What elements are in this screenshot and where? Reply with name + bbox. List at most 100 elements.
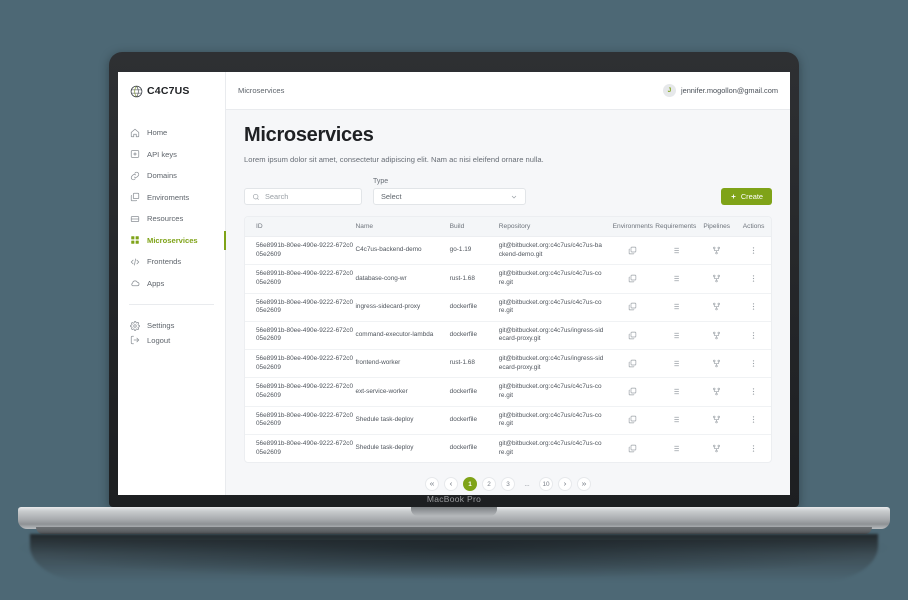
sidebar-item-api-keys[interactable]: API keys: [118, 144, 225, 166]
table-row[interactable]: 56e8991b-80ee-490e-9222-672c005e2609 C4c…: [245, 236, 771, 266]
more-vertical-icon[interactable]: [749, 387, 758, 396]
table-row[interactable]: 56e8991b-80ee-490e-9222-672c005e2609 fro…: [245, 349, 771, 379]
pagination-next[interactable]: [558, 477, 572, 492]
sidebar-item-logout[interactable]: Logout: [118, 336, 225, 359]
cell-pipelines[interactable]: [697, 406, 737, 435]
list-icon[interactable]: [671, 387, 680, 396]
list-icon[interactable]: [671, 331, 680, 340]
search-input[interactable]: [265, 192, 354, 201]
table-row[interactable]: 56e8991b-80ee-490e-9222-672c005e2609 com…: [245, 321, 771, 351]
layers-icon[interactable]: [628, 331, 637, 340]
cell-pipelines[interactable]: [697, 264, 737, 294]
cell-environments[interactable]: [611, 377, 655, 407]
user-menu[interactable]: J jennifer.mogollon@gmail.com: [662, 84, 778, 97]
more-vertical-icon[interactable]: [749, 246, 758, 255]
more-vertical-icon[interactable]: [749, 415, 758, 424]
more-vertical-icon[interactable]: [749, 331, 758, 340]
pagination-first[interactable]: [425, 477, 439, 492]
table-row[interactable]: 56e8991b-80ee-490e-9222-672c005e2609 She…: [245, 434, 771, 462]
git-branch-icon[interactable]: [712, 302, 721, 311]
brand[interactable]: C4C7US: [118, 72, 225, 110]
cell-actions[interactable]: [736, 434, 771, 462]
cell-actions[interactable]: [736, 406, 771, 435]
cell-requirements[interactable]: [654, 236, 698, 266]
cell-pipelines[interactable]: [697, 349, 737, 379]
cell-actions[interactable]: [736, 349, 771, 379]
pagination-prev[interactable]: [444, 477, 458, 492]
sidebar-item-microservices[interactable]: Microservices: [118, 230, 226, 252]
cell-environments[interactable]: [611, 434, 654, 462]
table-row[interactable]: 56e8991b-80ee-490e-9222-672c005e2609 dat…: [245, 264, 771, 294]
cell-actions[interactable]: [736, 236, 771, 266]
sidebar-item-resources[interactable]: Resources: [118, 208, 225, 230]
sidebar-item-domains[interactable]: Domains: [118, 165, 225, 187]
type-select[interactable]: Select: [373, 188, 526, 205]
list-icon[interactable]: [671, 415, 680, 424]
layers-icon[interactable]: [628, 274, 637, 283]
pagination-last[interactable]: [577, 477, 591, 492]
sidebar-item-apps[interactable]: Apps: [118, 273, 225, 295]
cell-requirements[interactable]: [654, 349, 698, 379]
git-branch-icon[interactable]: [712, 387, 721, 396]
cell-actions[interactable]: [736, 321, 771, 351]
cell-pipelines[interactable]: [697, 377, 737, 407]
cell-requirements[interactable]: [654, 293, 698, 322]
cell-actions[interactable]: [736, 377, 771, 407]
create-button[interactable]: Create: [720, 188, 772, 205]
cell-environments[interactable]: [611, 236, 655, 266]
cell-requirements[interactable]: [654, 321, 698, 351]
pagination-page-3[interactable]: 3: [501, 477, 515, 492]
cell-requirements[interactable]: [654, 264, 698, 294]
logo-globe-icon: [130, 85, 143, 97]
sidebar-item-home[interactable]: Home: [118, 122, 225, 144]
layers-icon[interactable]: [628, 444, 637, 453]
cell-environments[interactable]: [611, 321, 655, 351]
brand-name: C4C7US: [147, 85, 190, 97]
cell-pipelines[interactable]: [697, 293, 737, 322]
list-icon[interactable]: [671, 246, 680, 255]
list-icon[interactable]: [671, 444, 680, 453]
layers-icon[interactable]: [628, 415, 637, 424]
cell-pipelines[interactable]: [697, 236, 737, 266]
layers-icon[interactable]: [628, 246, 637, 255]
layers-icon[interactable]: [628, 387, 637, 396]
cell-requirements[interactable]: [654, 406, 698, 435]
cell-environments[interactable]: [611, 293, 655, 322]
sidebar-nav: Home API keys Domains Enviroments Resour…: [118, 110, 226, 495]
cell-pipelines[interactable]: [697, 321, 737, 351]
git-branch-icon[interactable]: [712, 274, 721, 283]
cell-environments[interactable]: [611, 349, 655, 379]
cell-pipelines[interactable]: [697, 434, 736, 462]
list-icon[interactable]: [671, 302, 680, 311]
cell-requirements[interactable]: [654, 377, 698, 407]
cell-actions[interactable]: [736, 264, 771, 294]
cell-environments[interactable]: [611, 406, 655, 435]
list-icon[interactable]: [671, 274, 680, 283]
sidebar-item-enviroments[interactable]: Enviroments: [118, 187, 225, 209]
git-branch-icon[interactable]: [712, 246, 721, 255]
pagination-page-1[interactable]: 1: [463, 477, 477, 492]
layers-icon[interactable]: [628, 302, 637, 311]
cell-environments[interactable]: [611, 264, 655, 294]
more-vertical-icon[interactable]: [749, 302, 758, 311]
more-vertical-icon[interactable]: [749, 274, 758, 283]
git-branch-icon[interactable]: [712, 444, 721, 453]
pagination-page-10[interactable]: 10: [539, 477, 553, 492]
git-branch-icon[interactable]: [712, 359, 721, 368]
sidebar-item-frontends[interactable]: Frontends: [118, 251, 225, 273]
table-row[interactable]: 56e8991b-80ee-490e-9222-672c005e2609 ext…: [245, 377, 771, 407]
table-row[interactable]: 56e8991b-80ee-490e-9222-672c005e2609 She…: [245, 406, 771, 435]
git-branch-icon[interactable]: [712, 415, 721, 424]
more-vertical-icon[interactable]: [749, 359, 758, 368]
sidebar-item-settings[interactable]: Settings: [118, 315, 225, 337]
cell-requirements[interactable]: [654, 434, 697, 462]
pagination-page-2[interactable]: 2: [482, 477, 496, 492]
more-vertical-icon[interactable]: [749, 444, 758, 453]
pagination: 1 2 3... 10: [244, 477, 772, 492]
list-icon[interactable]: [671, 359, 680, 368]
search-field[interactable]: [244, 188, 362, 205]
layers-icon[interactable]: [628, 359, 637, 368]
cell-actions[interactable]: [736, 293, 771, 322]
table-row[interactable]: 56e8991b-80ee-490e-9222-672c005e2609 ing…: [245, 293, 771, 322]
git-branch-icon[interactable]: [712, 331, 721, 340]
